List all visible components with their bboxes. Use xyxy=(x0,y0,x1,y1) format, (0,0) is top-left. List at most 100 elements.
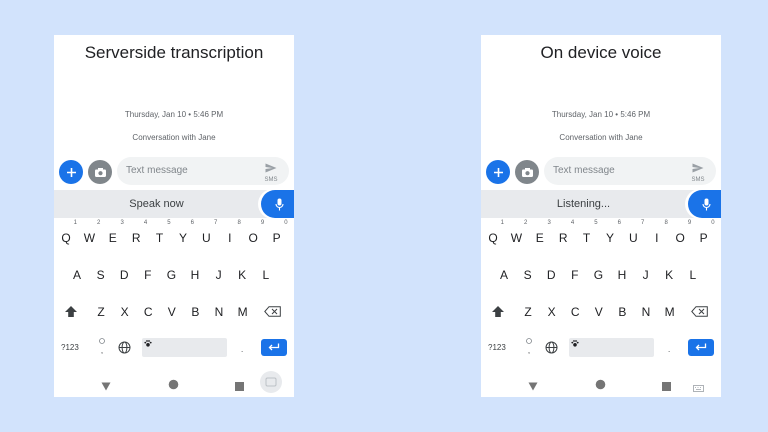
key-t[interactable]: 5T xyxy=(149,220,171,245)
key-p[interactable]: 0P xyxy=(693,220,715,245)
add-attachment-button[interactable] xyxy=(59,160,83,184)
key-c[interactable]: C xyxy=(564,305,586,319)
message-input[interactable]: Text message SMS xyxy=(117,157,289,185)
key-label: J xyxy=(642,268,649,282)
space-bar[interactable] xyxy=(569,338,654,357)
key-label: V xyxy=(594,305,603,319)
send-sms-button[interactable]: SMS xyxy=(688,160,708,183)
plus-icon xyxy=(66,167,76,177)
key-b[interactable]: B xyxy=(611,305,633,319)
key-m[interactable]: M xyxy=(659,305,681,319)
keyboard-switch-button[interactable] xyxy=(693,379,704,397)
key-u[interactable]: 7U xyxy=(195,220,217,245)
key-q[interactable]: 1Q xyxy=(55,220,77,245)
key-i[interactable]: 8I xyxy=(219,220,241,245)
key-t[interactable]: 5T xyxy=(576,220,598,245)
language-key[interactable] xyxy=(545,341,558,356)
key-v[interactable]: V xyxy=(161,305,183,319)
key-d[interactable]: D xyxy=(113,268,135,282)
key-z[interactable]: Z xyxy=(517,305,539,319)
key-l[interactable]: L xyxy=(682,268,704,282)
key-label: U xyxy=(202,231,211,245)
enter-key[interactable] xyxy=(261,339,287,356)
key-label: Y xyxy=(178,231,187,245)
paw-icon xyxy=(571,340,579,347)
rotate-button[interactable] xyxy=(260,371,282,397)
key-r[interactable]: 4R xyxy=(125,220,147,245)
key-label: M xyxy=(237,305,248,319)
period-key[interactable]: . xyxy=(241,345,243,354)
comma-key[interactable]: , xyxy=(96,337,108,355)
send-sms-button[interactable]: SMS xyxy=(261,160,281,183)
key-k[interactable]: K xyxy=(658,268,680,282)
shift-key[interactable] xyxy=(491,305,505,320)
key-a[interactable]: A xyxy=(493,268,515,282)
enter-key[interactable] xyxy=(688,339,714,356)
key-f[interactable]: F xyxy=(564,268,586,282)
key-d[interactable]: D xyxy=(540,268,562,282)
key-o[interactable]: 9O xyxy=(242,220,265,245)
nav-recents-button[interactable] xyxy=(662,378,671,396)
key-j[interactable]: J xyxy=(208,268,230,282)
key-number-hint: 1 xyxy=(73,220,77,226)
shift-key[interactable] xyxy=(64,305,78,320)
key-r[interactable]: 4R xyxy=(552,220,574,245)
key-y[interactable]: 6Y xyxy=(172,220,194,245)
symbols-key[interactable]: ?123 xyxy=(488,343,506,352)
voice-input-bar: Speak now xyxy=(54,190,294,218)
key-j[interactable]: J xyxy=(635,268,657,282)
key-u[interactable]: 7U xyxy=(622,220,644,245)
key-q[interactable]: 1Q xyxy=(482,220,504,245)
message-input[interactable]: Text message SMS xyxy=(544,157,716,185)
key-s[interactable]: S xyxy=(90,268,112,282)
key-v[interactable]: V xyxy=(588,305,610,319)
key-y[interactable]: 6Y xyxy=(599,220,621,245)
key-k[interactable]: K xyxy=(231,268,253,282)
nav-back-button[interactable] xyxy=(528,378,538,396)
key-c[interactable]: C xyxy=(137,305,159,319)
nav-home-button[interactable] xyxy=(168,377,179,395)
key-m[interactable]: M xyxy=(232,305,254,319)
nav-recents-button[interactable] xyxy=(235,378,244,396)
key-h[interactable]: H xyxy=(184,268,206,282)
key-z[interactable]: Z xyxy=(90,305,112,319)
comma-key[interactable]: , xyxy=(523,337,535,355)
key-e[interactable]: 3E xyxy=(529,220,551,245)
nav-back-button[interactable] xyxy=(101,378,111,396)
nav-home-button[interactable] xyxy=(595,377,606,395)
period-key[interactable]: . xyxy=(668,345,670,354)
key-p[interactable]: 0P xyxy=(266,220,288,245)
key-f[interactable]: F xyxy=(137,268,159,282)
camera-button[interactable] xyxy=(515,160,539,184)
key-h[interactable]: H xyxy=(611,268,633,282)
key-e[interactable]: 3E xyxy=(102,220,124,245)
key-w[interactable]: 2W xyxy=(78,220,101,245)
key-g[interactable]: G xyxy=(160,268,182,282)
key-label: T xyxy=(582,231,591,245)
backspace-key[interactable] xyxy=(691,306,708,319)
key-l[interactable]: L xyxy=(255,268,277,282)
camera-button[interactable] xyxy=(88,160,112,184)
shift-icon xyxy=(492,306,504,317)
key-b[interactable]: B xyxy=(184,305,206,319)
key-w[interactable]: 2W xyxy=(505,220,528,245)
key-i[interactable]: 8I xyxy=(646,220,668,245)
key-o[interactable]: 9O xyxy=(669,220,692,245)
key-n[interactable]: N xyxy=(208,305,230,319)
symbols-key[interactable]: ?123 xyxy=(61,343,79,352)
key-x[interactable]: X xyxy=(114,305,136,319)
key-label: O xyxy=(675,231,685,245)
key-a[interactable]: A xyxy=(66,268,88,282)
key-n[interactable]: N xyxy=(635,305,657,319)
key-x[interactable]: X xyxy=(541,305,563,319)
space-bar[interactable] xyxy=(142,338,227,357)
key-label: C xyxy=(570,305,580,319)
add-attachment-button[interactable] xyxy=(486,160,510,184)
key-g[interactable]: G xyxy=(587,268,609,282)
key-s[interactable]: S xyxy=(517,268,539,282)
microphone-button[interactable] xyxy=(688,190,721,218)
language-key[interactable] xyxy=(118,341,131,356)
key-number-hint: 5 xyxy=(594,220,598,226)
backspace-key[interactable] xyxy=(264,306,281,319)
microphone-button[interactable] xyxy=(261,190,294,218)
